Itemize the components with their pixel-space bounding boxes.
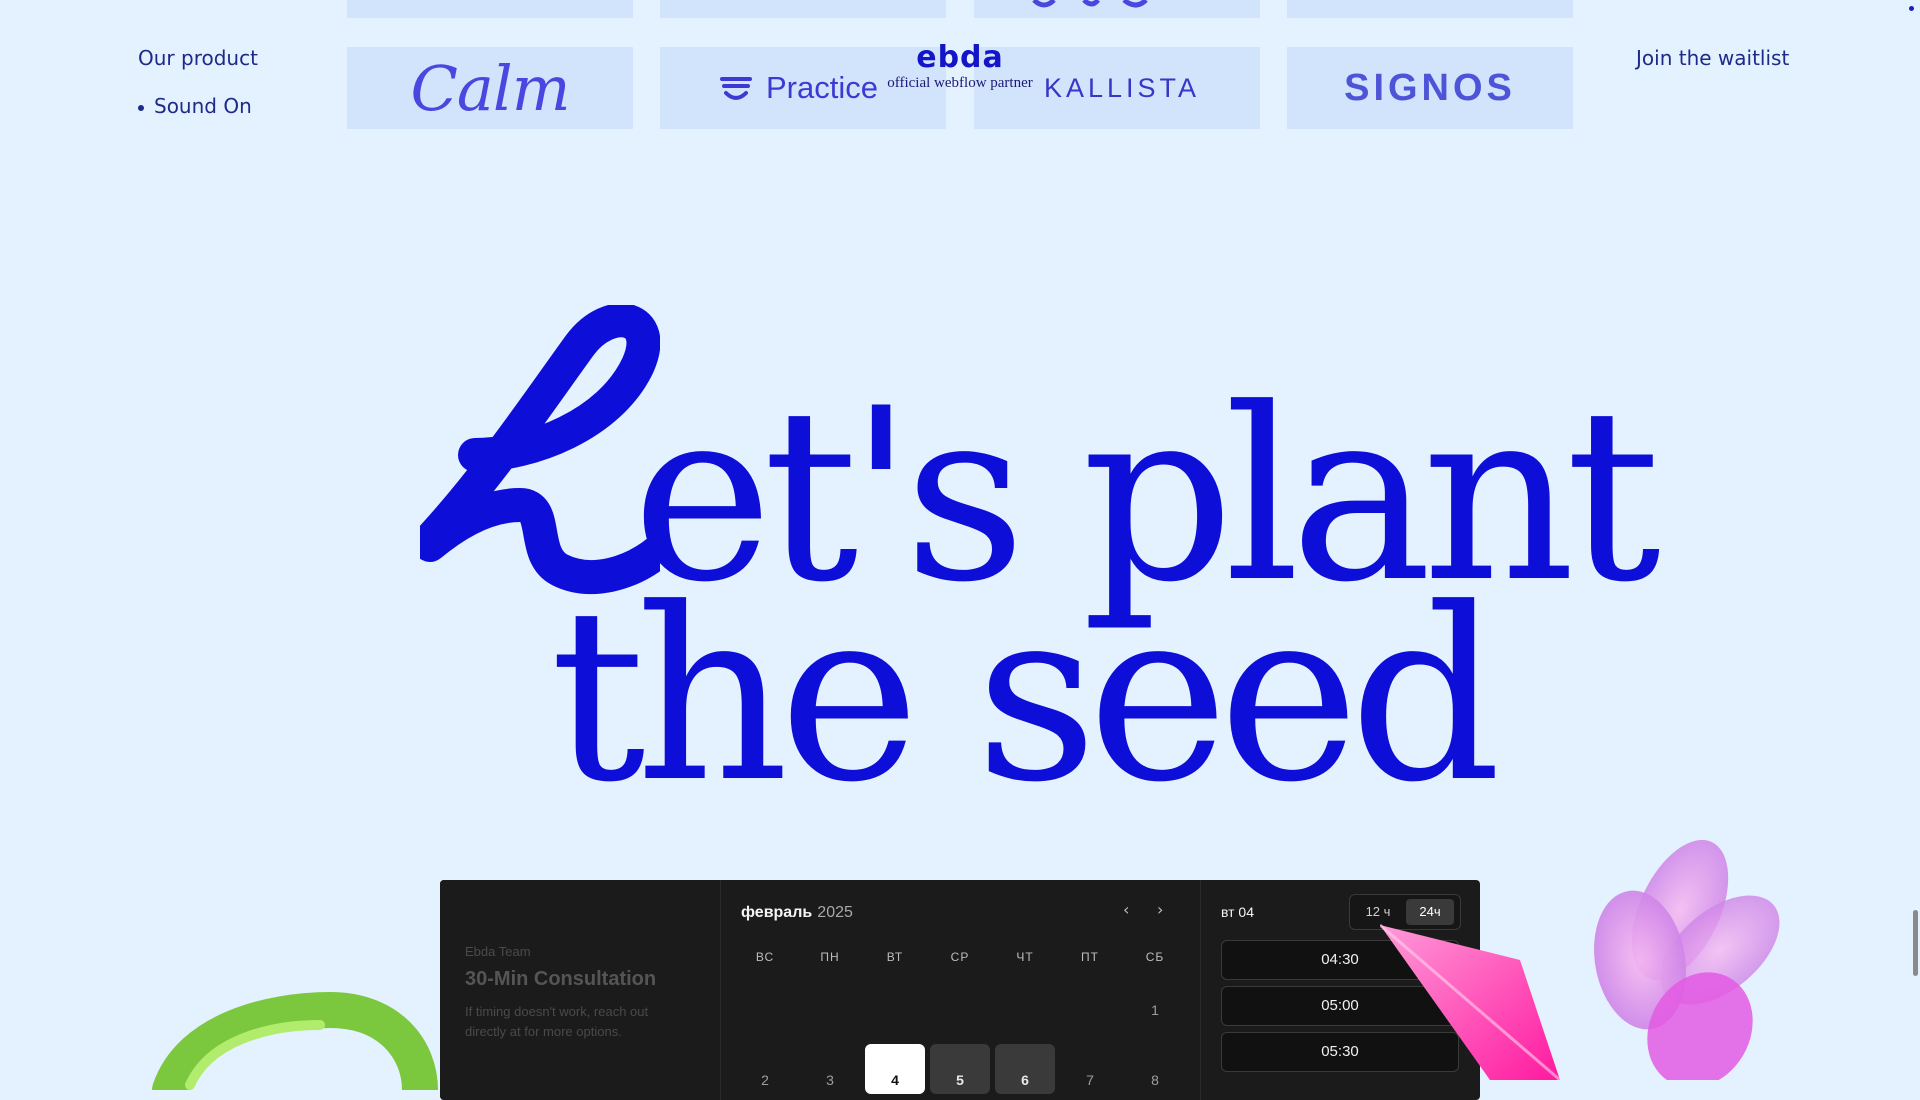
event-note: If timing doesn't work, reach out direct… <box>465 1002 685 1042</box>
calendar-month-year: февраль 2025 <box>741 902 853 922</box>
nav-sound-on-label: Sound On <box>154 94 252 118</box>
calendar-panel: февраль 2025 ‹ › ВС ПН ВТ СР ЧТ ПТ СБ 1 … <box>721 880 1199 1100</box>
prev-month-button[interactable]: ‹ <box>1123 900 1129 919</box>
logo-card-top <box>974 0 1260 18</box>
logo-card-signos: SIGNOS <box>1287 47 1573 129</box>
booking-widget: Ebda Team 30-Min Consultation If timing … <box>440 880 1480 1100</box>
dot-icon <box>1909 6 1914 11</box>
calendar-day: 7 <box>1086 1072 1094 1088</box>
weekday-label: ПТ <box>1081 950 1099 964</box>
weekday-label: СР <box>950 950 970 964</box>
calendar-month: февраль <box>741 904 813 921</box>
calm-logo: Calm <box>410 51 570 125</box>
hero-line-2: the seed <box>550 558 1502 835</box>
pink-flower-decoration <box>1380 840 1780 1080</box>
weekday-label: ЧТ <box>1016 950 1034 964</box>
logo-card-top <box>347 0 633 18</box>
logo-card-top <box>660 0 946 18</box>
selected-day-label: вт 04 <box>1221 904 1255 920</box>
kallista-logo: KALLISTA <box>1043 72 1200 103</box>
event-note-end: for more options. <box>524 1024 622 1039</box>
weekday-label: СБ <box>1145 950 1165 964</box>
event-info-panel: Ebda Team 30-Min Consultation If timing … <box>440 880 721 1100</box>
calendar-day: 2 <box>761 1072 769 1088</box>
calendar-year: 2025 <box>817 904 853 921</box>
signos-logo: SIGNOS <box>1344 66 1516 109</box>
calendar-day-available[interactable]: 6 <box>995 1044 1055 1094</box>
chevron-right-icon: › <box>1157 900 1164 919</box>
calendar-day-selected[interactable]: 4 <box>865 1044 925 1094</box>
page-scrollbar[interactable] <box>1913 910 1918 976</box>
partial-logo-icon <box>1032 0 1148 8</box>
bullet-icon <box>138 104 144 111</box>
calendar-day: 3 <box>826 1072 834 1088</box>
join-waitlist-link[interactable]: Join the waitlist <box>1636 46 1789 70</box>
logo-card-calm: Calm <box>347 47 633 129</box>
logo-card-top <box>1287 0 1573 18</box>
nav-our-product[interactable]: Our product <box>138 46 258 70</box>
practice-icon <box>720 77 752 100</box>
weekday-label: ВТ <box>886 950 904 964</box>
nav-sound-on[interactable]: Sound On <box>138 94 252 118</box>
brand-tagline: official webflow partner <box>887 75 1033 91</box>
next-month-button[interactable]: › <box>1157 900 1163 919</box>
green-ring-decoration <box>152 991 438 1090</box>
calendar-day: 1 <box>1151 1002 1159 1018</box>
chevron-left-icon: ‹ <box>1123 900 1130 919</box>
brand-home-link[interactable]: ebda official webflow partner <box>860 40 1060 92</box>
weekday-label: ПН <box>820 950 840 964</box>
calendar-day-available[interactable]: 5 <box>930 1044 990 1094</box>
brand-logo: ebda <box>916 40 1004 75</box>
event-team: Ebda Team <box>465 944 531 959</box>
calendar-day: 8 <box>1151 1072 1159 1088</box>
weekday-label: ВС <box>755 950 775 964</box>
event-title: 30-Min Consultation <box>465 968 657 990</box>
